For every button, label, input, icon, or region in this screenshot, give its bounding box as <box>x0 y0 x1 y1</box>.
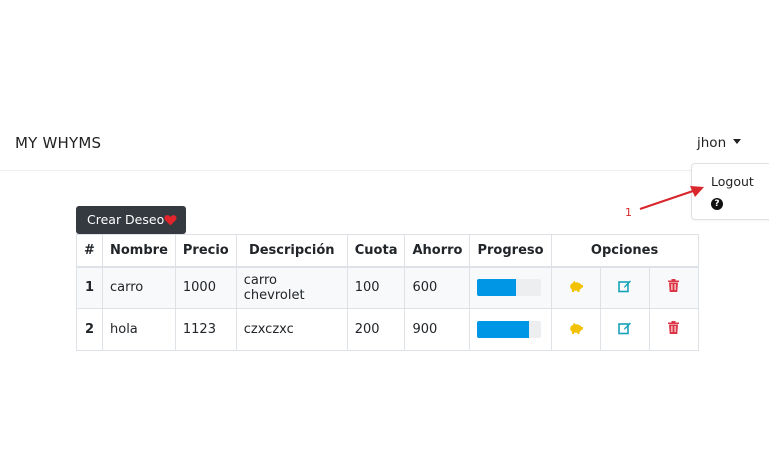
cell-nombre: carro <box>102 266 176 309</box>
table-row: 2 hola 1123 czxczxc 200 900 <box>76 308 699 351</box>
trash-icon[interactable] <box>668 279 680 293</box>
annotation-arrow-icon <box>639 186 704 211</box>
cell-ahorro: 900 <box>404 308 471 351</box>
progress-track <box>477 279 542 297</box>
col-header-number: # <box>76 234 103 268</box>
piggy-bank-icon[interactable] <box>569 322 583 334</box>
progress-track <box>477 321 542 338</box>
cell-progreso <box>469 266 552 309</box>
cell-ahorro: 600 <box>404 266 471 309</box>
logout-menu-item[interactable]: Logout <box>711 174 754 189</box>
cell-number: 1 <box>76 266 103 309</box>
cell-option-edit <box>599 308 650 351</box>
heart-icon <box>164 215 177 226</box>
col-header-nombre: Nombre <box>102 234 176 268</box>
cell-descripcion: czxczxc <box>235 308 348 351</box>
edit-icon[interactable] <box>617 279 632 293</box>
cell-precio: 1123 <box>174 308 237 351</box>
cell-number: 2 <box>76 308 103 351</box>
table-row: 1 carro 1000 carro chevrolet 100 600 <box>76 266 699 309</box>
cell-option-save <box>550 266 601 309</box>
edit-icon[interactable] <box>617 321 632 335</box>
trash-icon[interactable] <box>668 321 680 334</box>
progress-bar <box>477 321 529 338</box>
user-menu-toggle[interactable]: jhon <box>697 135 742 151</box>
brand-title[interactable]: MY WHYMS <box>15 134 101 152</box>
cell-cuota: 200 <box>346 308 406 351</box>
col-header-ahorro: Ahorro <box>404 234 471 268</box>
cell-descripcion: carro chevrolet <box>235 266 348 309</box>
create-wish-label: Crear Deseo <box>87 212 165 227</box>
piggy-bank-icon[interactable] <box>569 280 583 292</box>
help-icon[interactable]: ? <box>711 198 723 210</box>
wishes-table: # Nombre Precio Descripción Cuota Ahorro… <box>76 234 699 351</box>
col-header-descripcion: Descripción <box>235 234 348 268</box>
cell-precio: 1000 <box>174 266 237 309</box>
progress-bar <box>477 279 516 297</box>
cell-option-delete <box>648 308 699 351</box>
navbar: MY WHYMS jhon <box>0 116 769 171</box>
col-header-progreso: Progreso <box>469 234 552 268</box>
caret-down-icon <box>733 139 742 144</box>
col-header-cuota: Cuota <box>346 234 406 268</box>
cell-option-save <box>550 308 601 351</box>
cell-option-edit <box>599 266 650 309</box>
create-wish-button[interactable]: Crear Deseo <box>76 206 186 234</box>
user-name: jhon <box>697 135 727 151</box>
cell-progreso <box>469 308 552 351</box>
table-header-row: # Nombre Precio Descripción Cuota Ahorro… <box>76 234 699 268</box>
cell-cuota: 100 <box>346 266 406 309</box>
cell-option-delete <box>648 266 699 309</box>
col-header-precio: Precio <box>174 234 237 268</box>
cell-nombre: hola <box>102 308 176 351</box>
annotation-number: 1 <box>625 206 632 219</box>
col-header-opciones: Opciones <box>550 234 699 268</box>
